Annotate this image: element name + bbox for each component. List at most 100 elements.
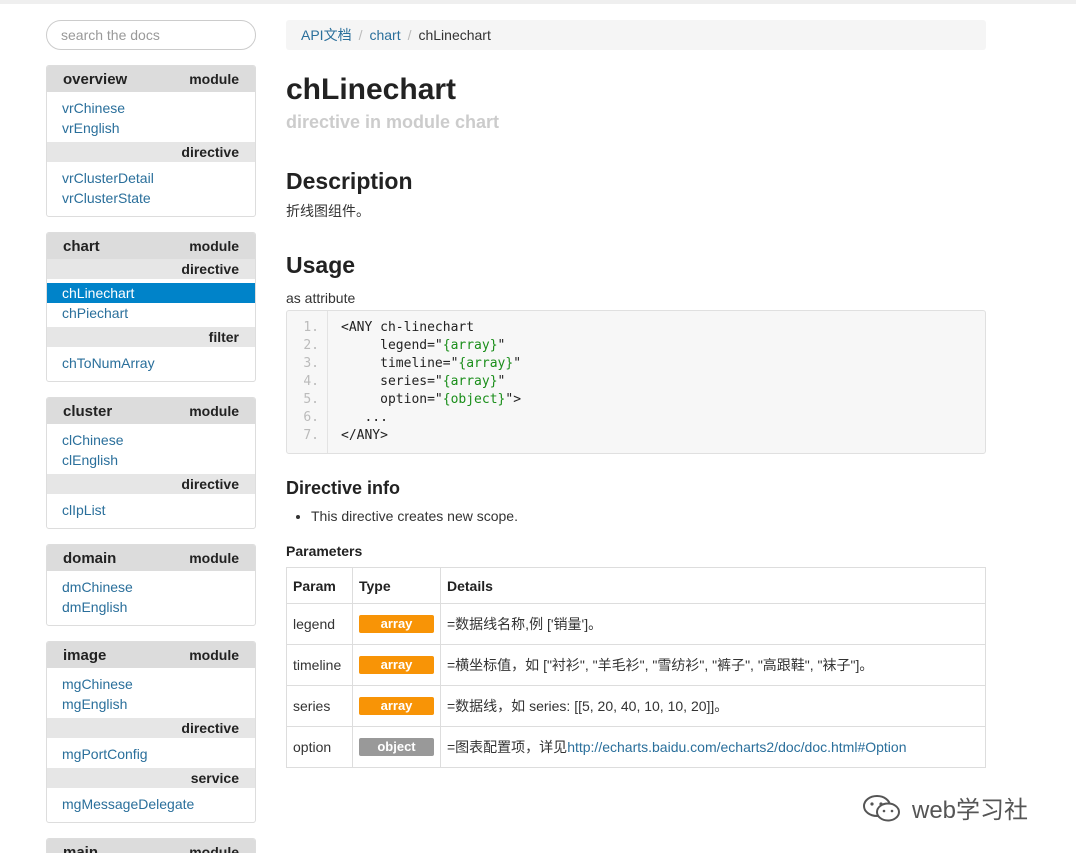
param-name: timeline [286, 644, 353, 686]
parameters-table: Param Type Details legend array =数据线名称,例… [286, 567, 986, 768]
breadcrumb-parent[interactable]: chart [369, 27, 400, 43]
breadcrumb-separator: / [358, 27, 363, 43]
nav-item-vrenglish[interactable]: vrEnglish [47, 118, 255, 138]
nav-item-vrclusterdetail[interactable]: vrClusterDetail [47, 168, 255, 188]
line-number: 5. [303, 392, 319, 407]
group-kind: module [189, 238, 239, 254]
code-line: option="{object}"> [341, 392, 522, 407]
directive-info-item: This directive creates new scope. [311, 507, 986, 525]
line-number: 1. [303, 320, 319, 335]
code-block: 1. 2. 3. 4. 5. 6. 7. <ANY ch-linechart l… [286, 310, 986, 454]
nav-item-mgchinese[interactable]: mgChinese [47, 674, 255, 694]
column-header: Param [286, 567, 353, 604]
category-directive: directive [47, 474, 255, 494]
main-content: API文档 / chart / chLinechart chLinechart … [286, 20, 986, 768]
directive-info-heading: Directive info [286, 478, 401, 498]
nav-group-header[interactable]: chart module [47, 233, 255, 259]
group-title: overview [63, 70, 128, 88]
watermark: web学习社 [862, 790, 1028, 825]
nav-item-vrchinese[interactable]: vrChinese [47, 98, 255, 118]
group-kind: module [189, 71, 239, 87]
line-number: 2. [303, 338, 319, 353]
type-badge: object [359, 738, 434, 756]
table-row: timeline array =横坐标值，如 ["衬衫", "羊毛衫", "雪纺… [286, 644, 986, 686]
param-details: =数据线名称,例 ['销量']。 [440, 603, 986, 645]
nav-group-header[interactable]: domain module [47, 545, 255, 571]
nav-group-image: image module mgChinese mgEnglish directi… [46, 641, 256, 823]
nav-item-mgenglish[interactable]: mgEnglish [47, 694, 255, 714]
group-kind: module [189, 844, 239, 853]
param-details: =图表配置项，详见http://echarts.baidu.com/echart… [440, 726, 986, 768]
param-details: =横坐标值，如 ["衬衫", "羊毛衫", "雪纺衫", "裤子", "高跟鞋"… [440, 644, 986, 686]
group-title: domain [63, 549, 117, 567]
nav-item-clchinese[interactable]: clChinese [47, 430, 255, 450]
category-filter: filter [47, 327, 255, 347]
param-details: =数据线，如 series: [[5, 20, 40, 10, 10, 20]]… [440, 685, 986, 727]
code-line: ... [341, 410, 388, 425]
code-line: <ANY ch-linechart [341, 320, 475, 335]
watermark-text: web学习社 [912, 797, 1029, 824]
line-number: 6. [303, 410, 319, 425]
wechat-icon [863, 794, 900, 821]
description-heading: Description [286, 168, 413, 194]
nav-item-cliplist[interactable]: clIpList [47, 500, 255, 520]
usage-heading: Usage [286, 252, 356, 278]
type-badge: array [359, 697, 434, 715]
category-service: service [47, 768, 255, 788]
nav-group-header[interactable]: cluster module [47, 398, 255, 424]
group-kind: module [189, 403, 239, 419]
breadcrumb-separator: / [407, 27, 412, 43]
code-line: timeline="{array}" [341, 356, 522, 371]
code-line: </ANY> [341, 428, 388, 443]
table-header-row: Param Type Details [286, 567, 986, 604]
nav-group-main: main module [46, 838, 256, 853]
category-directive: directive [47, 142, 255, 162]
nav-group-cluster: cluster module clChinese clEnglish direc… [46, 397, 256, 529]
search-input[interactable] [46, 20, 256, 50]
group-title: image [63, 646, 107, 664]
type-badge: array [359, 656, 434, 674]
param-name: option [286, 726, 353, 768]
nav-item-dmchinese[interactable]: dmChinese [47, 577, 255, 597]
nav-item-clenglish[interactable]: clEnglish [47, 450, 255, 470]
nav-group-header[interactable]: image module [47, 642, 255, 668]
page-title: chLinechart [286, 73, 457, 106]
usage-subheading: as attribute [286, 290, 356, 306]
type-badge: array [359, 615, 434, 633]
nav-group-overview: overview module vrChinese vrEnglish dire… [46, 65, 256, 217]
nav-item-chtonumarray[interactable]: chToNumArray [47, 353, 255, 373]
nav-group-header[interactable]: overview module [47, 66, 255, 92]
nav-item-mgportconfig[interactable]: mgPortConfig [47, 744, 255, 764]
column-header: Type [352, 567, 441, 604]
group-title: chart [63, 237, 100, 255]
column-header: Details [440, 567, 986, 604]
option-docs-link[interactable]: http://echarts.baidu.com/echarts2/doc/do… [567, 739, 906, 755]
group-title: cluster [63, 402, 113, 420]
code-line: legend="{array}" [341, 338, 506, 353]
nav-item-chpiechart[interactable]: chPiechart [47, 303, 255, 323]
group-kind: module [189, 550, 239, 566]
category-directive: directive [47, 259, 255, 279]
page-subtitle: directive in module chart [286, 112, 500, 132]
param-name: legend [286, 603, 353, 645]
description-text: 折线图组件。 [286, 203, 370, 219]
sidebar: overview module vrChinese vrEnglish dire… [46, 20, 256, 853]
nav-group-header[interactable]: main module [47, 839, 255, 853]
line-number: 7. [303, 428, 319, 443]
table-row: option object =图表配置项，详见http://echarts.ba… [286, 726, 986, 768]
breadcrumb-root[interactable]: API文档 [301, 25, 352, 45]
nav-item-dmenglish[interactable]: dmEnglish [47, 597, 255, 617]
code-line: series="{array}" [341, 374, 506, 389]
breadcrumb-current: chLinechart [418, 27, 491, 43]
line-number: 4. [303, 374, 319, 389]
line-numbers: 1. 2. 3. 4. 5. 6. 7. [287, 311, 328, 453]
nav-item-chlinechart[interactable]: chLinechart [47, 283, 255, 303]
nav-group-chart: chart module directive chLinechart chPie… [46, 232, 256, 382]
code-lines: <ANY ch-linechart legend="{array}" timel… [341, 319, 521, 445]
directive-info-list: This directive creates new scope. [286, 507, 986, 525]
param-name: series [286, 685, 353, 727]
table-row: legend array =数据线名称,例 ['销量']。 [286, 603, 986, 645]
table-row: series array =数据线，如 series: [[5, 20, 40,… [286, 685, 986, 727]
nav-item-vrclusterstate[interactable]: vrClusterState [47, 188, 255, 208]
nav-item-mgmessagedelegate[interactable]: mgMessageDelegate [47, 794, 255, 814]
